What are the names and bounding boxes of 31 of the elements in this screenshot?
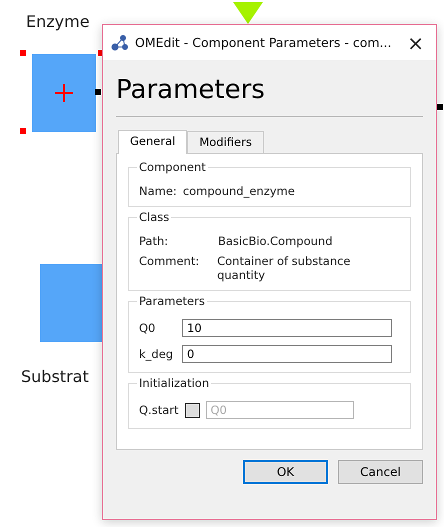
connector-port[interactable] [95,89,101,95]
window-title: OMEdit - Component Parameters - com... [135,35,392,50]
field-label: Q0 [139,321,156,335]
field-label: Name: [139,184,177,198]
field-label: Q.start [139,403,178,417]
component-label: Enzyme [26,12,90,31]
compound-block[interactable] [40,264,104,342]
field-label: Path: [139,234,170,248]
selection-handle[interactable] [20,50,26,56]
group-title: Parameters [137,294,207,308]
field-value: Container of substance quantity [217,254,352,282]
field-label: Comment: [139,254,200,270]
plus-icon [54,83,74,103]
field-value: compound_enzyme [182,184,295,198]
selection-handle[interactable] [20,128,26,134]
group-title: Initialization [137,376,212,390]
input-field[interactable]: 10 [182,319,392,337]
field-value: BasicBio.Compound [218,234,333,248]
tab[interactable]: Modifiers [187,131,264,153]
field-label: k_deg [139,347,174,361]
input-field[interactable]: 0 [182,345,392,363]
dialog-button[interactable]: Cancel [338,460,423,484]
tab[interactable]: General [118,130,188,154]
connector-port[interactable] [437,104,443,110]
close-button[interactable]: × [403,30,428,54]
group-title: Class [137,210,172,224]
molecule-icon [111,34,129,50]
dialog-button[interactable]: OK [243,460,328,484]
dialog-heading: Parameters [116,74,266,106]
group-title: Component [137,160,208,174]
component-label: Substrat [21,367,89,386]
